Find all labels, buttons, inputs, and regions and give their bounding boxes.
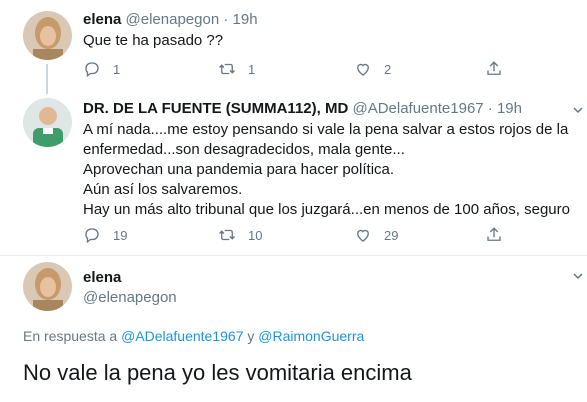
- reply-icon: [85, 228, 99, 244]
- like-count: 29: [384, 227, 399, 243]
- reply-icon: [85, 62, 99, 78]
- tweet-text-line-1: A mí nada....me estoy pensando si vale l…: [83, 121, 569, 138]
- tweet-elena-question[interactable]: elena @elenapegon · 19h Que te ha pasado…: [0, 0, 587, 94]
- heart-icon: [357, 63, 369, 76]
- chevron-down-icon[interactable]: [572, 104, 584, 116]
- retweet-button[interactable]: 10: [218, 226, 262, 244]
- tweet-actions: 19 10 29: [83, 226, 503, 244]
- reply-button[interactable]: 1: [83, 60, 120, 78]
- tweet-text-line-3: Aprovechan una pandemia para hacer polít…: [83, 161, 395, 178]
- tweet-delafuente[interactable]: DR. DE LA FUENTE (SUMMA112), MD @ADelafu…: [0, 90, 587, 255]
- separator-dot: ·: [487, 100, 493, 117]
- tweet-header: DR. DE LA FUENTE (SUMMA112), MD @ADelafu…: [83, 100, 522, 118]
- retweet-icon: [219, 229, 235, 241]
- focused-tweet-text: No vale la pena yo les vomitaria encima: [23, 360, 412, 385]
- reply-button[interactable]: 19: [83, 226, 127, 244]
- display-name[interactable]: elena: [83, 11, 121, 28]
- user-handle[interactable]: @elenapegon: [83, 289, 177, 307]
- chevron-down-icon[interactable]: [572, 270, 584, 282]
- reply-prefix: En respuesta a: [23, 328, 118, 344]
- separator-dot: ·: [223, 11, 229, 28]
- like-button[interactable]: 2: [354, 60, 391, 78]
- retweet-count: 10: [248, 227, 263, 243]
- avatar-elena[interactable]: [23, 11, 72, 60]
- share-button[interactable]: [485, 60, 503, 78]
- mention-link-delafuente[interactable]: @ADelafuente1967: [121, 328, 243, 344]
- share-icon: [487, 227, 501, 241]
- tweet-text-line-4: Aún así los salvaremos.: [83, 181, 243, 198]
- avatar-delafuente[interactable]: [23, 98, 72, 147]
- tweet-actions: 1 1 2: [83, 60, 503, 78]
- mention-link-raimonguerra[interactable]: @RaimonGuerra: [258, 328, 364, 344]
- heart-icon: [357, 229, 369, 242]
- reply-count: 19: [113, 227, 128, 243]
- tweet-text-line-2: enfermedad...son desagradecidos, mala ge…: [83, 141, 405, 158]
- tweet-header: elena @elenapegon · 19h: [83, 11, 258, 29]
- tweet-text: Que te ha pasado ??: [83, 32, 224, 49]
- display-name[interactable]: elena: [83, 269, 121, 287]
- reply-context: En respuesta a @ADelafuente1967 y @Raimo…: [23, 328, 364, 344]
- share-button[interactable]: [485, 226, 503, 244]
- share-icon: [487, 61, 501, 75]
- user-handle[interactable]: @ADelafuente1967: [352, 100, 483, 117]
- avatar-elena-focused[interactable]: [23, 262, 72, 311]
- like-button[interactable]: 29: [354, 226, 398, 244]
- timestamp[interactable]: 19h: [233, 11, 258, 28]
- reply-count: 1: [113, 61, 121, 77]
- display-name[interactable]: DR. DE LA FUENTE (SUMMA112), MD: [83, 100, 348, 117]
- tweet-divider: [0, 255, 587, 256]
- retweet-button[interactable]: 1: [218, 60, 255, 78]
- retweet-count: 1: [248, 61, 256, 77]
- reply-and: y: [247, 328, 255, 344]
- user-handle[interactable]: @elenapegon: [126, 11, 220, 28]
- timestamp[interactable]: 19h: [497, 100, 522, 117]
- like-count: 2: [384, 61, 392, 77]
- retweet-icon: [219, 63, 235, 75]
- tweet-text-line-5: Hay un más alto tribunal que los juzgará…: [83, 201, 570, 218]
